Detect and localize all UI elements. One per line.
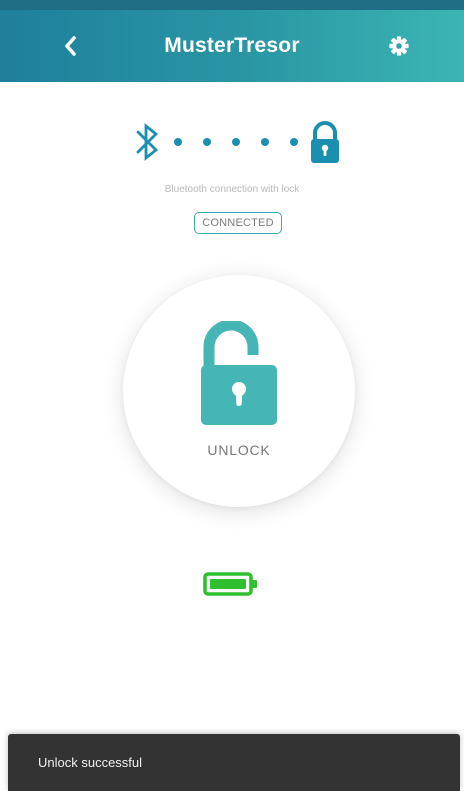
app-header: MusterTresor [0,10,464,82]
back-button[interactable] [56,32,84,60]
battery-level-fill [210,579,246,589]
status-bar-strip [0,0,464,10]
bluetooth-icon [136,123,159,161]
padlock-closed-icon [311,121,339,163]
gear-icon [389,36,409,56]
snackbar: Unlock successful [8,734,460,791]
connection-status-badge: CONNECTED [194,212,282,234]
connection-dots [174,138,298,146]
battery-indicator [200,564,264,604]
unlock-button[interactable]: UNLOCK [123,275,355,507]
chevron-left-icon [65,36,76,56]
settings-button[interactable] [384,31,414,61]
unlock-label: UNLOCK [207,442,271,458]
page-title: MusterTresor [164,34,300,57]
connection-caption: Bluetooth connection with lock [164,184,300,195]
connection-indicator [132,120,342,164]
padlock-open-icon [201,321,277,425]
snackbar-message: Unlock successful [38,755,143,770]
battery-icon [203,572,257,596]
